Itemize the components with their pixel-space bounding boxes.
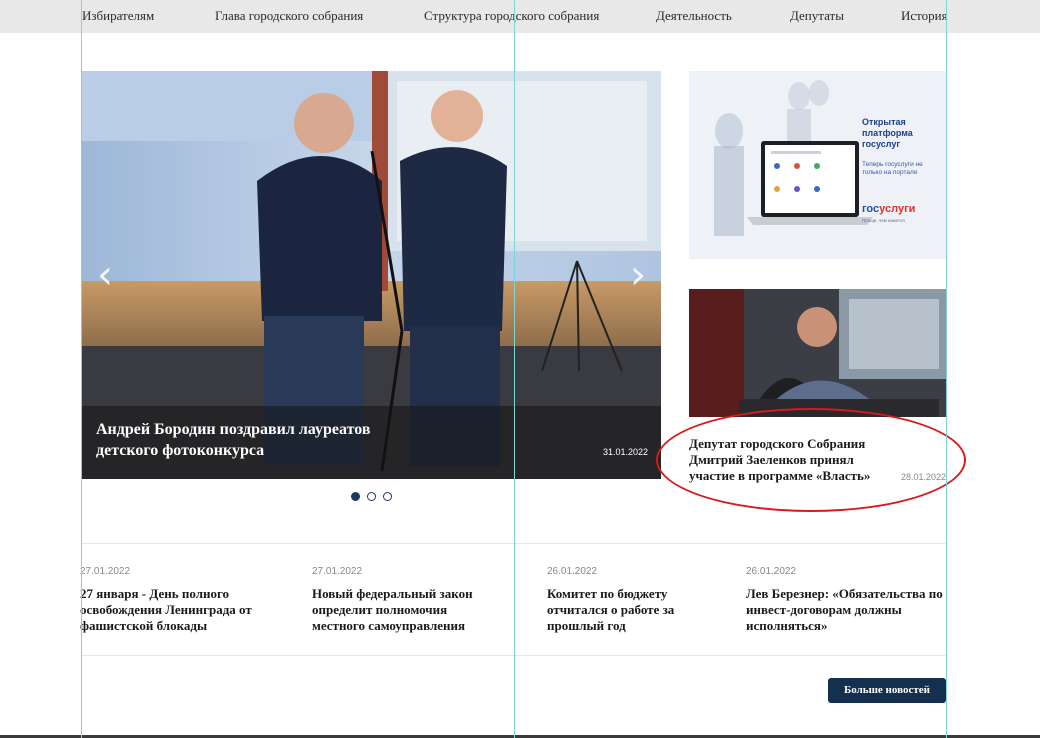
more-news-button[interactable]: Больше новостей bbox=[828, 678, 946, 703]
top-navigation: Избирателям Глава городского собрания Ст… bbox=[0, 0, 1040, 33]
slider-title[interactable]: Андрей Бородин поздравил лауреатов детск… bbox=[96, 419, 436, 461]
news-title[interactable]: 27 января - День полного освобождения Ле… bbox=[80, 586, 270, 634]
news-date: 26.01.2022 bbox=[746, 566, 797, 577]
slider-next-icon[interactable]: › bbox=[623, 255, 653, 295]
layout-guide bbox=[81, 0, 82, 738]
gosuslugi-banner[interactable]: Открытая платформа госуслуг Теперь госус… bbox=[689, 71, 946, 259]
nav-item-structure[interactable]: Структура городского собрания bbox=[424, 8, 599, 24]
news-date: 27.01.2022 bbox=[312, 566, 363, 577]
news-item[interactable]: 26.01.2022 Комитет по бюджету отчитался … bbox=[547, 566, 727, 634]
news-item[interactable]: 27.01.2022 Новый федеральный закон опред… bbox=[312, 566, 502, 634]
news-title[interactable]: Новый федеральный закон определит полном… bbox=[312, 586, 502, 634]
news-item[interactable]: 27.01.2022 27 января - День полного осво… bbox=[80, 566, 270, 634]
highlight-annotation bbox=[656, 408, 966, 512]
slider-date: 31.01.2022 bbox=[602, 447, 648, 457]
slider-dot-2[interactable] bbox=[367, 492, 376, 501]
nav-item-head[interactable]: Глава городского собрания bbox=[215, 8, 363, 24]
news-slider[interactable]: ‹ › Андрей Бородин поздравил лауреатов д… bbox=[82, 71, 661, 479]
gosuslugi-logo: госуслуги bbox=[862, 203, 915, 215]
news-item[interactable]: 26.01.2022 Лев Березнер: «Обязательства … bbox=[746, 566, 946, 634]
news-title[interactable]: Комитет по бюджету отчитался о работе за… bbox=[547, 586, 727, 634]
nav-item-history[interactable]: История bbox=[901, 8, 948, 24]
news-title[interactable]: Лев Березнер: «Обязательства по инвест-д… bbox=[746, 586, 946, 634]
slider-dot-3[interactable] bbox=[383, 492, 392, 501]
nav-item-deputies[interactable]: Депутаты bbox=[790, 8, 844, 24]
side-news-image[interactable] bbox=[689, 289, 946, 417]
slider-dot-1[interactable] bbox=[351, 492, 360, 501]
nav-item-activity[interactable]: Деятельность bbox=[656, 8, 732, 24]
news-date: 26.01.2022 bbox=[547, 566, 598, 577]
banner-title: Открытая платформа госуслуг bbox=[862, 117, 913, 149]
slider-caption: Андрей Бородин поздравил лауреатов детск… bbox=[82, 406, 661, 479]
news-date: 27.01.2022 bbox=[80, 566, 131, 577]
slider-pagination bbox=[351, 492, 397, 502]
side-news-photo bbox=[689, 289, 946, 417]
nav-item-voters[interactable]: Избирателям bbox=[82, 8, 154, 24]
layout-guide bbox=[946, 0, 947, 738]
banner-subtitle: Теперь госуслуги не только на портале bbox=[862, 161, 923, 176]
brand-part-a: гос bbox=[862, 203, 880, 215]
layout-guide bbox=[514, 0, 515, 738]
banner-tagline: Проще, чем кажется bbox=[862, 218, 905, 223]
slider-prev-icon[interactable]: ‹ bbox=[90, 255, 120, 295]
brand-part-b: услуги bbox=[879, 203, 916, 215]
